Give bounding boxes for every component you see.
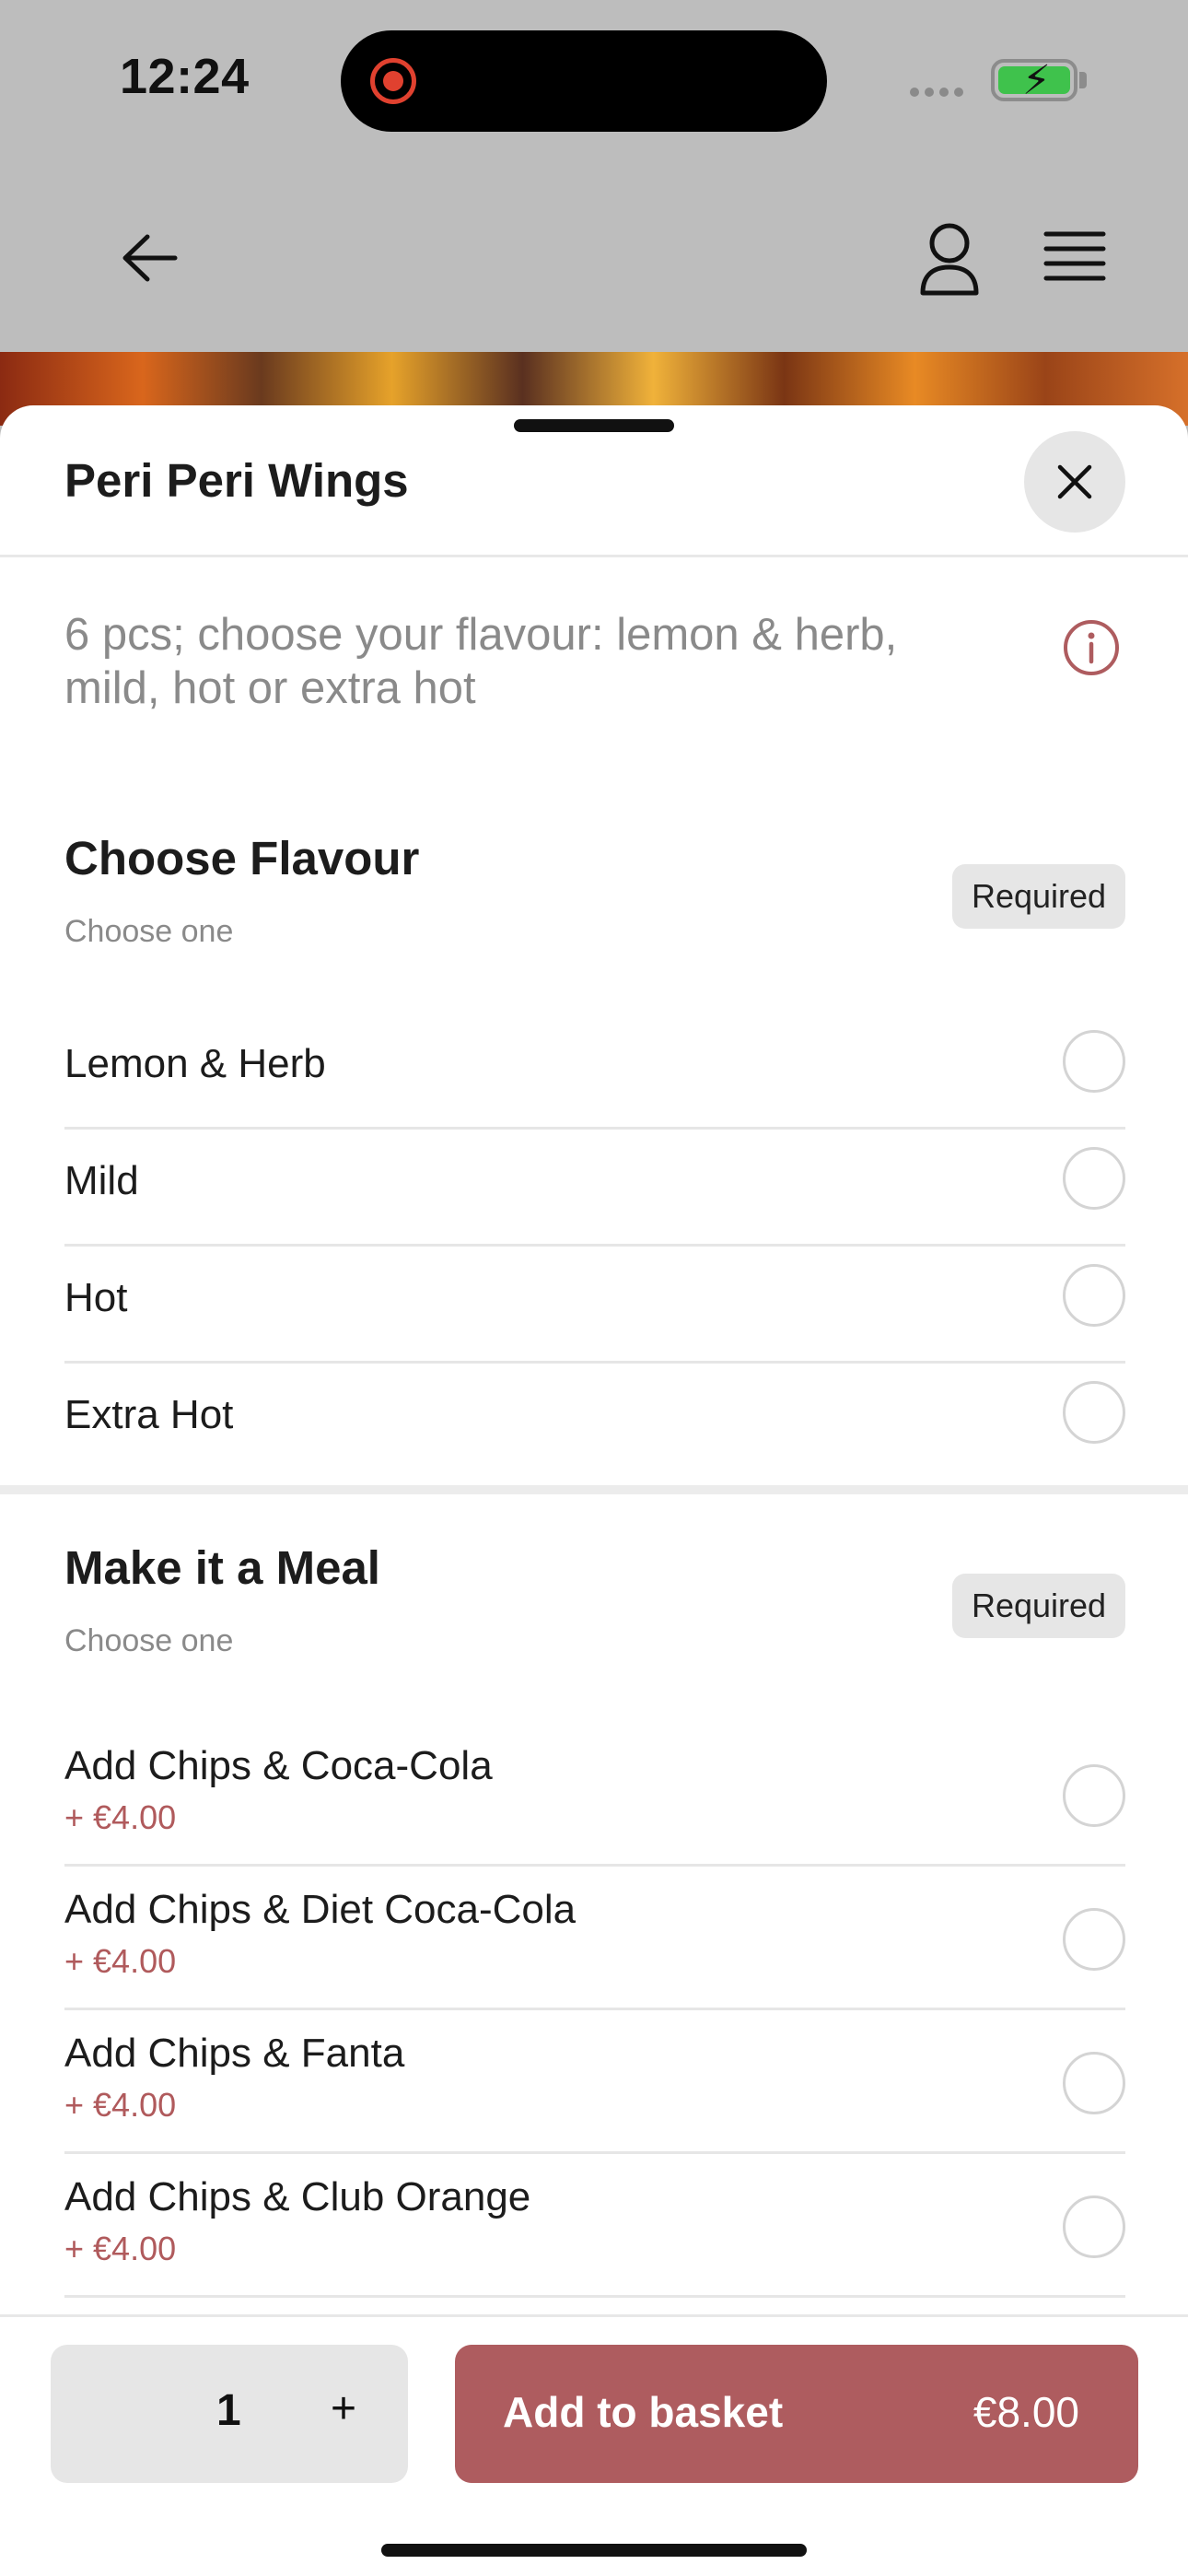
radio-button[interactable]	[1063, 2052, 1125, 2114]
option-price: + €4.00	[64, 2086, 177, 2124]
option-price: + €4.00	[64, 1798, 177, 1836]
option-row[interactable]: Add Chips & Fanta + €4.00	[64, 2010, 1125, 2154]
add-to-basket-label: Add to basket	[503, 2388, 784, 2436]
option-label: Add Chips & Fanta	[64, 2031, 405, 2076]
battery-charging-icon: ⚡	[991, 58, 1077, 103]
item-sheet: Peri Peri Wings 6 pcs; choose your flavo…	[0, 405, 1188, 2576]
section-title-flavour: Choose Flavour	[64, 832, 420, 884]
option-row[interactable]: Add Chips & Diet Coca-Cola + €4.00	[64, 1867, 1125, 2010]
signal-icon	[910, 85, 969, 101]
status-bar: 12:24 ⚡	[0, 0, 1188, 166]
required-badge: Required	[952, 864, 1125, 929]
radio-button[interactable]	[1063, 1764, 1125, 1827]
add-to-basket-button[interactable]: Add to basket €8.00	[455, 2345, 1138, 2483]
back-arrow-icon[interactable]	[114, 226, 188, 290]
option-row[interactable]: Hot	[64, 1247, 1125, 1364]
option-row[interactable]: Lemon & Herb	[64, 1013, 1125, 1130]
close-icon	[1057, 464, 1092, 499]
status-time: 12:24	[120, 49, 250, 104]
section-subtitle: Choose one	[64, 914, 234, 949]
section-divider	[0, 1485, 1188, 1494]
option-label: Add Chips & Diet Coca-Cola	[64, 1887, 577, 1932]
bottom-action-bar: 1 + Add to basket €8.00	[0, 2314, 1188, 2576]
menu-icon[interactable]	[1042, 228, 1107, 284]
radio-button[interactable]	[1063, 1908, 1125, 1971]
option-label: Mild	[64, 1158, 139, 1203]
home-indicator[interactable]	[381, 2544, 807, 2557]
radio-button[interactable]	[1063, 1030, 1125, 1093]
item-title: Peri Peri Wings	[64, 454, 409, 507]
section-subtitle: Choose one	[64, 1623, 234, 1658]
option-label: Add Chips & Club Orange	[64, 2174, 531, 2219]
dynamic-island	[341, 30, 827, 132]
option-label: Hot	[64, 1275, 128, 1320]
quantity-value: 1	[216, 2386, 241, 2435]
option-price: + €4.00	[64, 1942, 177, 1980]
option-label: Extra Hot	[64, 1392, 234, 1437]
user-icon[interactable]	[917, 221, 982, 297]
info-icon[interactable]	[1063, 619, 1120, 676]
option-row[interactable]: Add Chips & Coca-Cola + €4.00	[64, 1723, 1125, 1867]
record-icon	[370, 58, 416, 104]
required-badge: Required	[952, 1574, 1125, 1638]
item-description: 6 pcs; choose your flavour: lemon & herb…	[64, 610, 898, 713]
radio-button[interactable]	[1063, 1264, 1125, 1327]
increment-button[interactable]: +	[331, 2383, 356, 2434]
option-row[interactable]: Add Chips & Club Orange + €4.00	[64, 2154, 1125, 2298]
add-to-basket-price: €8.00	[973, 2388, 1079, 2436]
option-label: Add Chips & Coca-Cola	[64, 1743, 493, 1788]
divider	[0, 555, 1188, 557]
quantity-stepper[interactable]: 1 +	[51, 2345, 408, 2483]
section-title-meal: Make it a Meal	[64, 1541, 380, 1594]
radio-button[interactable]	[1063, 2195, 1125, 2258]
radio-button[interactable]	[1063, 1147, 1125, 1210]
sheet-grabber[interactable]	[514, 419, 674, 432]
option-row[interactable]: Extra Hot	[64, 1364, 1125, 1481]
option-label: Lemon & Herb	[64, 1041, 326, 1086]
option-row[interactable]: Mild	[64, 1130, 1125, 1247]
option-price: + €4.00	[64, 2230, 177, 2267]
close-button[interactable]	[1024, 431, 1125, 533]
radio-button[interactable]	[1063, 1381, 1125, 1444]
